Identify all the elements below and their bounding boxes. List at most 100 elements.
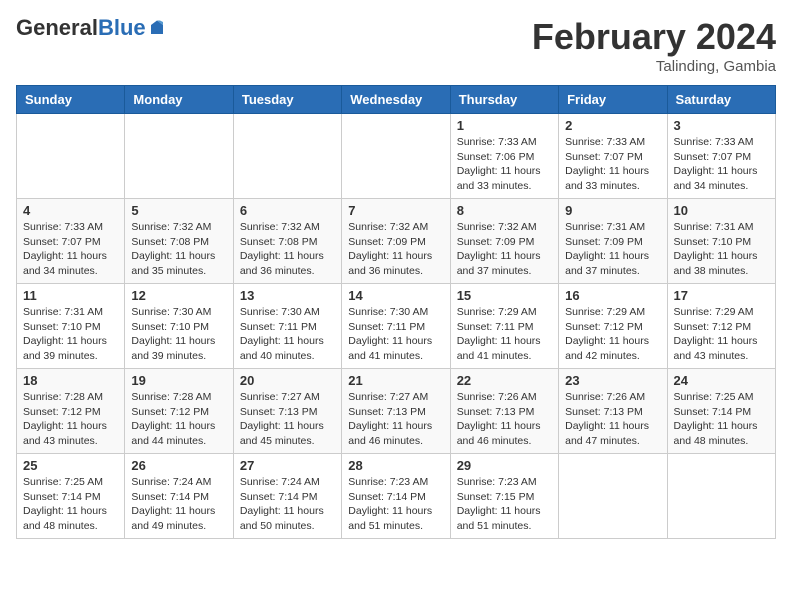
calendar-cell: 28 Sunrise: 7:23 AMSunset: 7:14 PMDayligh… (342, 454, 450, 539)
day-info: Sunrise: 7:29 AMSunset: 7:12 PMDaylight:… (674, 305, 769, 364)
day-info: Sunrise: 7:29 AMSunset: 7:11 PMDaylight:… (457, 305, 552, 364)
day-number: 16 (565, 288, 660, 303)
calendar-cell: 18 Sunrise: 7:28 AMSunset: 7:12 PMDayligh… (17, 369, 125, 454)
calendar-cell: 8 Sunrise: 7:32 AMSunset: 7:09 PMDaylight… (450, 199, 558, 284)
day-number: 26 (131, 458, 226, 473)
day-info: Sunrise: 7:31 AMSunset: 7:10 PMDaylight:… (674, 220, 769, 279)
day-info: Sunrise: 7:32 AMSunset: 7:09 PMDaylight:… (457, 220, 552, 279)
day-info: Sunrise: 7:25 AMSunset: 7:14 PMDaylight:… (674, 390, 769, 449)
calendar-cell: 1 Sunrise: 7:33 AMSunset: 7:06 PMDaylight… (450, 114, 558, 199)
day-info: Sunrise: 7:26 AMSunset: 7:13 PMDaylight:… (565, 390, 660, 449)
calendar-cell (233, 114, 341, 199)
day-info: Sunrise: 7:30 AMSunset: 7:11 PMDaylight:… (240, 305, 335, 364)
calendar-cell (342, 114, 450, 199)
day-info: Sunrise: 7:33 AMSunset: 7:07 PMDaylight:… (23, 220, 118, 279)
calendar-week-row: 4 Sunrise: 7:33 AMSunset: 7:07 PMDaylight… (17, 199, 776, 284)
title-block: February 2024 Talinding, Gambia (532, 16, 776, 75)
calendar-cell: 14 Sunrise: 7:30 AMSunset: 7:11 PMDayligh… (342, 284, 450, 369)
day-number: 23 (565, 373, 660, 388)
day-info: Sunrise: 7:24 AMSunset: 7:14 PMDaylight:… (240, 475, 335, 534)
month-title: February 2024 (532, 16, 776, 58)
day-info: Sunrise: 7:32 AMSunset: 7:09 PMDaylight:… (348, 220, 443, 279)
logo-general-text: General (16, 15, 98, 40)
calendar-week-row: 1 Sunrise: 7:33 AMSunset: 7:06 PMDaylight… (17, 114, 776, 199)
day-header-sunday: Sunday (17, 86, 125, 114)
calendar-cell (559, 454, 667, 539)
day-info: Sunrise: 7:26 AMSunset: 7:13 PMDaylight:… (457, 390, 552, 449)
calendar-cell: 9 Sunrise: 7:31 AMSunset: 7:09 PMDaylight… (559, 199, 667, 284)
calendar-cell (125, 114, 233, 199)
calendar-cell: 19Sunrise: 7:28 AMSunset: 7:12 PMDayligh… (125, 369, 233, 454)
calendar-cell: 7 Sunrise: 7:32 AMSunset: 7:09 PMDaylight… (342, 199, 450, 284)
calendar-cell: 25 Sunrise: 7:25 AMSunset: 7:14 PMDayligh… (17, 454, 125, 539)
calendar-table: SundayMondayTuesdayWednesdayThursdayFrid… (16, 85, 776, 539)
day-number: 6 (240, 203, 335, 218)
day-number: 15 (457, 288, 552, 303)
calendar-cell: 11 Sunrise: 7:31 AMSunset: 7:10 PMDayligh… (17, 284, 125, 369)
calendar-cell: 4 Sunrise: 7:33 AMSunset: 7:07 PMDaylight… (17, 199, 125, 284)
day-info: Sunrise: 7:32 AMSunset: 7:08 PMDaylight:… (240, 220, 335, 279)
day-number: 25 (23, 458, 118, 473)
logo-icon (148, 19, 166, 37)
day-number: 17 (674, 288, 769, 303)
day-number: 22 (457, 373, 552, 388)
day-info: Sunrise: 7:33 AMSunset: 7:07 PMDaylight:… (674, 135, 769, 194)
calendar-cell: 2Sunrise: 7:33 AMSunset: 7:07 PMDaylight… (559, 114, 667, 199)
day-info: Sunrise: 7:27 AMSunset: 7:13 PMDaylight:… (348, 390, 443, 449)
day-number: 13 (240, 288, 335, 303)
calendar-cell: 29 Sunrise: 7:23 AMSunset: 7:15 PMDayligh… (450, 454, 558, 539)
calendar-cell: 27 Sunrise: 7:24 AMSunset: 7:14 PMDayligh… (233, 454, 341, 539)
day-header-friday: Friday (559, 86, 667, 114)
day-info: Sunrise: 7:31 AMSunset: 7:10 PMDaylight:… (23, 305, 118, 364)
location-title: Talinding, Gambia (532, 58, 776, 75)
day-number: 28 (348, 458, 443, 473)
day-header-saturday: Saturday (667, 86, 775, 114)
logo: GeneralBlue (16, 16, 166, 40)
calendar-cell: 21 Sunrise: 7:27 AMSunset: 7:13 PMDayligh… (342, 369, 450, 454)
day-number: 18 (23, 373, 118, 388)
calendar-cell: 5Sunrise: 7:32 AMSunset: 7:08 PMDaylight… (125, 199, 233, 284)
days-header-row: SundayMondayTuesdayWednesdayThursdayFrid… (17, 86, 776, 114)
calendar-week-row: 25 Sunrise: 7:25 AMSunset: 7:14 PMDayligh… (17, 454, 776, 539)
day-info: Sunrise: 7:27 AMSunset: 7:13 PMDaylight:… (240, 390, 335, 449)
calendar-cell: 24Sunrise: 7:25 AMSunset: 7:14 PMDayligh… (667, 369, 775, 454)
day-header-monday: Monday (125, 86, 233, 114)
day-number: 2 (565, 118, 660, 133)
day-number: 1 (457, 118, 552, 133)
calendar-cell: 17 Sunrise: 7:29 AMSunset: 7:12 PMDayligh… (667, 284, 775, 369)
day-info: Sunrise: 7:33 AMSunset: 7:06 PMDaylight:… (457, 135, 552, 194)
day-number: 12 (131, 288, 226, 303)
day-number: 5 (131, 203, 226, 218)
calendar-cell (667, 454, 775, 539)
calendar-cell: 20 Sunrise: 7:27 AMSunset: 7:13 PMDayligh… (233, 369, 341, 454)
calendar-cell: 12Sunrise: 7:30 AMSunset: 7:10 PMDayligh… (125, 284, 233, 369)
calendar-cell: 26Sunrise: 7:24 AMSunset: 7:14 PMDayligh… (125, 454, 233, 539)
day-number: 20 (240, 373, 335, 388)
day-number: 4 (23, 203, 118, 218)
day-number: 29 (457, 458, 552, 473)
calendar-cell: 16 Sunrise: 7:29 AMSunset: 7:12 PMDayligh… (559, 284, 667, 369)
day-number: 9 (565, 203, 660, 218)
calendar-cell: 3Sunrise: 7:33 AMSunset: 7:07 PMDaylight… (667, 114, 775, 199)
day-number: 10 (674, 203, 769, 218)
day-info: Sunrise: 7:23 AMSunset: 7:15 PMDaylight:… (457, 475, 552, 534)
day-number: 8 (457, 203, 552, 218)
day-info: Sunrise: 7:28 AMSunset: 7:12 PMDaylight:… (131, 390, 226, 449)
calendar-cell: 22 Sunrise: 7:26 AMSunset: 7:13 PMDayligh… (450, 369, 558, 454)
day-info: Sunrise: 7:30 AMSunset: 7:11 PMDaylight:… (348, 305, 443, 364)
calendar-cell (17, 114, 125, 199)
calendar-cell: 10 Sunrise: 7:31 AMSunset: 7:10 PMDayligh… (667, 199, 775, 284)
day-number: 21 (348, 373, 443, 388)
day-info: Sunrise: 7:29 AMSunset: 7:12 PMDaylight:… (565, 305, 660, 364)
day-info: Sunrise: 7:31 AMSunset: 7:09 PMDaylight:… (565, 220, 660, 279)
day-info: Sunrise: 7:23 AMSunset: 7:14 PMDaylight:… (348, 475, 443, 534)
calendar-cell: 23 Sunrise: 7:26 AMSunset: 7:13 PMDayligh… (559, 369, 667, 454)
day-number: 27 (240, 458, 335, 473)
day-info: Sunrise: 7:28 AMSunset: 7:12 PMDaylight:… (23, 390, 118, 449)
calendar-cell: 13 Sunrise: 7:30 AMSunset: 7:11 PMDayligh… (233, 284, 341, 369)
day-number: 14 (348, 288, 443, 303)
day-info: Sunrise: 7:25 AMSunset: 7:14 PMDaylight:… (23, 475, 118, 534)
logo-blue-text: Blue (98, 15, 146, 40)
day-number: 11 (23, 288, 118, 303)
day-number: 7 (348, 203, 443, 218)
